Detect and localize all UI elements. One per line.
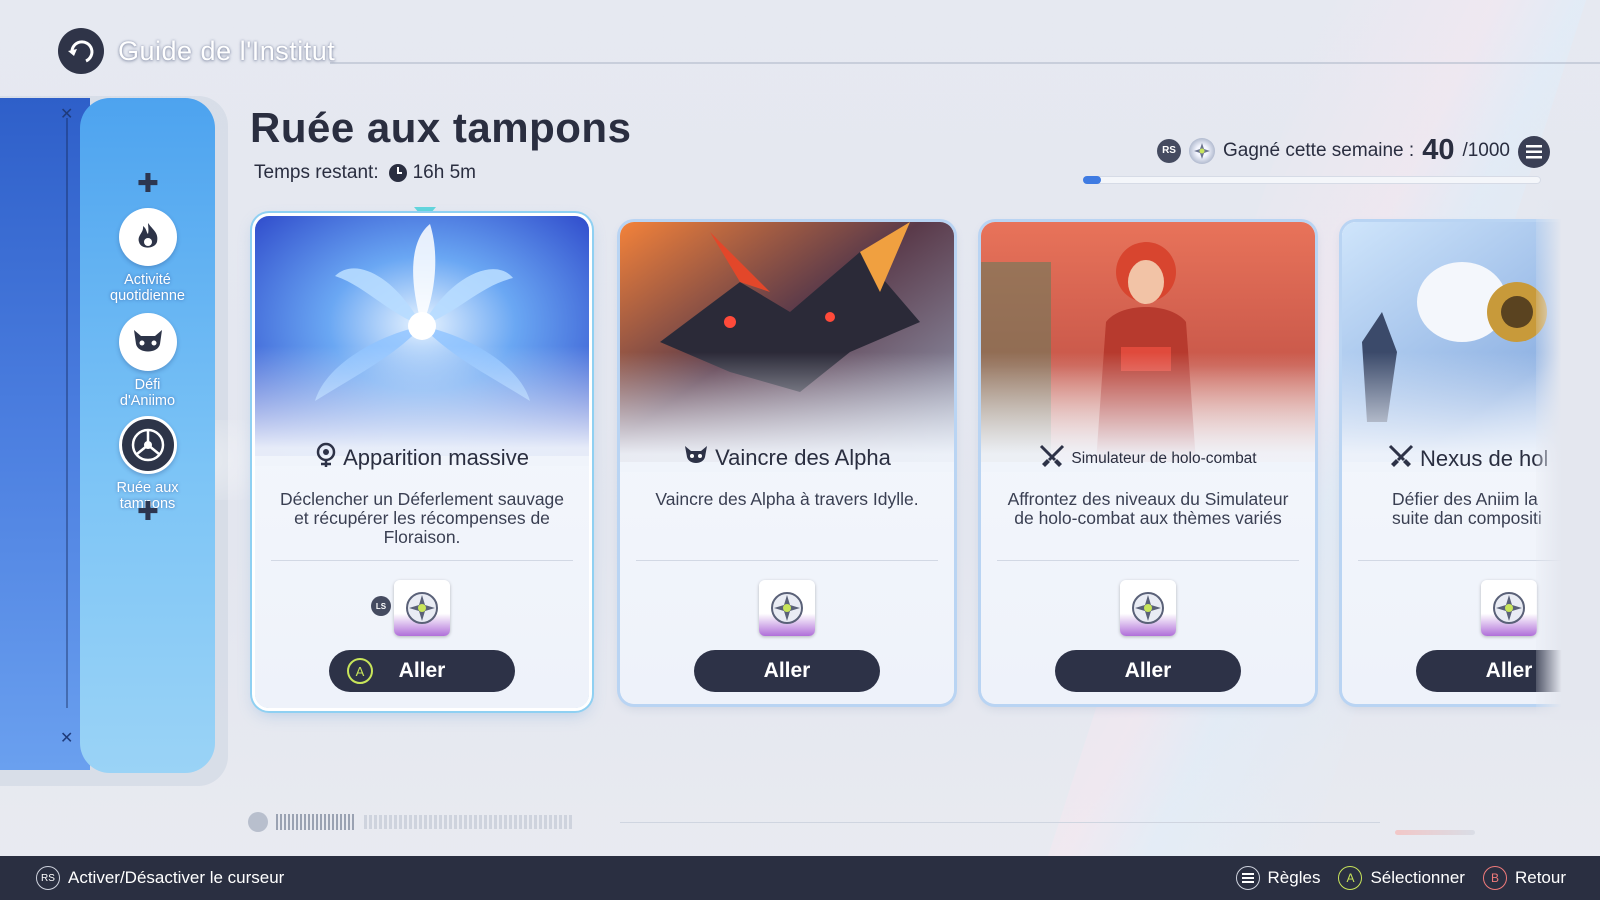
- weekly-progress-bar: [1083, 176, 1541, 184]
- footer-actions: Règles A Sélectionner B Retour: [1235, 866, 1566, 890]
- select-button[interactable]: A Sélectionner: [1338, 866, 1465, 890]
- header-divider: [330, 62, 1600, 64]
- a-button-badge: A: [1338, 866, 1363, 890]
- card-description: Vaincre des Alpha à travers Idylle.: [655, 489, 919, 509]
- beast-face-icon: [118, 313, 177, 371]
- decor-microtext: [364, 815, 574, 829]
- activity-card-holo-combat[interactable]: Simulateur de holo-combat Affrontez des …: [981, 222, 1315, 704]
- plus-icon: ✚: [137, 496, 159, 526]
- card-divider: [997, 560, 1299, 561]
- stamp-icon: [118, 416, 177, 474]
- back-icon[interactable]: [58, 28, 104, 74]
- card-title: Simulateur de holo-combat: [1071, 449, 1257, 467]
- go-button-label: Aller: [1124, 659, 1172, 682]
- activity-card-mass-outbreak[interactable]: Apparition massive Déclencher un Déferle…: [255, 216, 589, 708]
- rewards-menu-icon[interactable]: [1518, 136, 1550, 168]
- crossed-swords-icon: [1039, 444, 1065, 473]
- a-button-badge: A: [347, 658, 373, 684]
- back-label: Retour: [1514, 868, 1566, 887]
- go-button[interactable]: Aller: [694, 650, 880, 692]
- controls-footer: RS Activer/Désactiver le curseur Règles …: [0, 856, 1600, 900]
- b-button-badge: B: [1482, 866, 1507, 890]
- card-title-row: Simulateur de holo-combat: [981, 444, 1315, 473]
- card-description: Déclencher un Déferlement sauvage et réc…: [279, 489, 565, 547]
- header: Guide de l'Institut: [58, 28, 335, 74]
- rs-button-badge: RS: [36, 866, 60, 890]
- menu-icon: [1235, 866, 1260, 890]
- clock-icon: [388, 164, 407, 182]
- sidebar-item-label: Activité quotidienne: [110, 272, 185, 304]
- weekly-count: 40: [1422, 134, 1455, 166]
- card-overflow-mask: [1536, 200, 1600, 720]
- card-title: Vaincre des Alpha: [715, 445, 891, 470]
- card-divider: [636, 560, 938, 561]
- time-remaining: Temps restant: 16h 5m: [254, 162, 476, 184]
- ls-button-badge: LS: [371, 596, 391, 616]
- card-description: Défier des Aniim la suite dan compositi: [1392, 489, 1542, 528]
- weekly-max: /1000: [1462, 139, 1510, 161]
- go-button[interactable]: Aller: [1055, 650, 1241, 692]
- card-title-row: Vaincre des Alpha: [620, 444, 954, 472]
- plus-icon: ✚: [137, 168, 159, 198]
- rail-x-bottom-icon: ✕: [60, 730, 74, 747]
- footer-decoration: [248, 812, 574, 832]
- decor-line: [620, 822, 1380, 823]
- stamp-reward-icon: [759, 580, 815, 636]
- time-label: Temps restant:: [254, 162, 379, 183]
- rs-button-badge: RS: [1157, 138, 1182, 163]
- rail-line: [66, 118, 68, 708]
- weekly-progress: RS Gagné cette semaine : 40/1000: [1157, 134, 1510, 167]
- stamp-token-icon: [1189, 137, 1216, 164]
- decor-barcode: [276, 814, 356, 830]
- stamp-reward-icon: [1481, 580, 1537, 636]
- stamp-reward-icon: [1120, 580, 1176, 636]
- flame-icon: [118, 208, 177, 266]
- weekly-label: Gagné cette semaine :: [1223, 139, 1415, 161]
- card-divider: [271, 560, 573, 561]
- card-title: Nexus de hol: [1420, 446, 1549, 471]
- sidebar-item-aniimo-challenge[interactable]: Défi d'Aniimo: [80, 313, 215, 409]
- crossed-swords-icon: [1388, 444, 1414, 474]
- toggle-cursor-button[interactable]: RS Activer/Désactiver le curseur: [36, 866, 284, 890]
- go-button-label: Aller: [1485, 659, 1533, 682]
- sidebar: ✚ Activité quotidienne Défi d'Aniimo Rué…: [80, 98, 215, 773]
- go-button[interactable]: A Aller: [329, 650, 515, 692]
- rail-x-top-icon: ✕: [60, 106, 74, 123]
- stamp-reward-icon: [394, 580, 450, 636]
- back-button[interactable]: B Retour: [1482, 866, 1566, 890]
- select-label: Sélectionner: [1370, 868, 1465, 887]
- rules-button[interactable]: Règles: [1235, 866, 1321, 890]
- decor-dot: [248, 812, 268, 832]
- weekly-progress-fill: [1083, 176, 1102, 184]
- card-title-row: Apparition massive: [255, 442, 589, 474]
- horned-mask-icon: [683, 444, 709, 472]
- activity-card-defeat-alphas[interactable]: Vaincre des Alpha Vaincre des Alpha à tr…: [620, 222, 954, 704]
- go-button-label: Aller: [398, 659, 446, 682]
- card-title: Apparition massive: [343, 445, 529, 470]
- bloom-icon: [315, 442, 337, 474]
- toggle-cursor-label: Activer/Désactiver le curseur: [68, 868, 285, 887]
- page-title: Ruée aux tampons: [250, 104, 632, 151]
- time-value: 16h 5m: [412, 162, 476, 183]
- sidebar-item-label: Défi d'Aniimo: [119, 377, 176, 409]
- header-title: Guide de l'Institut: [118, 35, 336, 66]
- decor-bar: [1395, 830, 1475, 835]
- card-description: Affrontez des niveaux du Simulateur de h…: [1007, 489, 1289, 528]
- rules-label: Règles: [1267, 868, 1321, 887]
- sidebar-rail: ✕ ✕: [0, 98, 90, 770]
- sidebar-item-daily-activity[interactable]: Activité quotidienne: [80, 208, 215, 304]
- go-button-label: Aller: [763, 659, 811, 682]
